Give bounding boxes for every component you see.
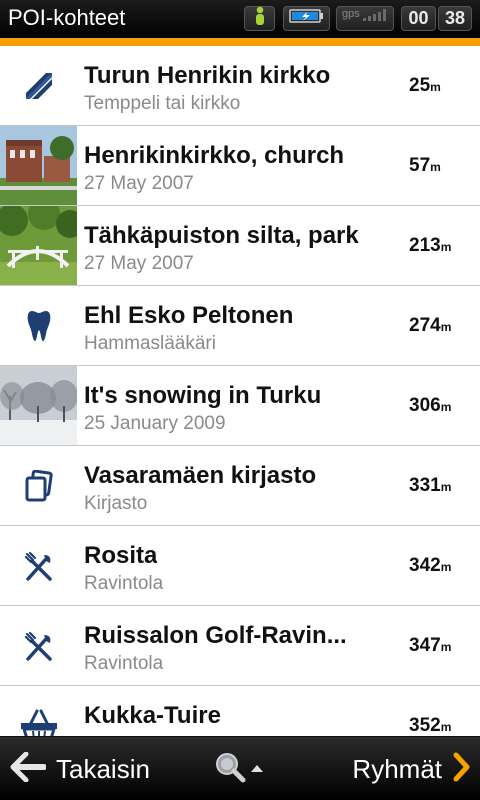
battery-icon bbox=[288, 8, 325, 29]
item-subtitle: Ravintola bbox=[84, 573, 164, 594]
item-name: Rosita bbox=[84, 542, 158, 569]
church-arrow-icon bbox=[0, 46, 77, 125]
clock-hours-text: 00 bbox=[408, 8, 429, 28]
list-item[interactable]: Henrikinkirkko, church 27 May 2007 57m bbox=[0, 126, 480, 206]
item-distance: 342m bbox=[409, 555, 452, 576]
item-name: Henrikinkirkko, church bbox=[84, 142, 345, 169]
restaurant-icon bbox=[0, 606, 77, 685]
item-subtitle: 25 January 2009 bbox=[84, 413, 226, 434]
item-distance: 331m bbox=[409, 475, 452, 496]
list-item[interactable]: It's snowing in Turku 25 January 2009 30… bbox=[0, 366, 480, 446]
item-name: Kukka-Tuire bbox=[84, 702, 221, 729]
item-name: Ehl Esko Peltonen bbox=[84, 302, 294, 329]
accent-divider bbox=[0, 38, 480, 46]
location-status bbox=[244, 6, 275, 31]
tooth-icon bbox=[0, 286, 77, 365]
groups-button[interactable]: Ryhmät bbox=[352, 751, 472, 787]
item-name: It's snowing in Turku bbox=[84, 382, 322, 409]
battery-status bbox=[283, 6, 330, 31]
item-distance: 352m bbox=[409, 715, 452, 736]
list-item[interactable]: Turun Henrikin kirkko Temppeli tai kirkk… bbox=[0, 46, 480, 126]
search-button[interactable] bbox=[214, 751, 270, 787]
list-item[interactable]: Ehl Esko Peltonen Hammaslääkäri 274m bbox=[0, 286, 480, 366]
bottom-toolbar: Takaisin Ryhmät bbox=[0, 736, 480, 800]
item-subtitle: Hammaslääkäri bbox=[84, 333, 216, 354]
item-subtitle: Temppeli tai kirkko bbox=[84, 93, 241, 114]
item-distance: 57m bbox=[409, 155, 441, 176]
item-distance: 347m bbox=[409, 635, 452, 656]
item-distance: 213m bbox=[409, 235, 452, 256]
person-icon bbox=[252, 6, 268, 31]
snow-photo bbox=[0, 366, 77, 445]
gps-label: gps bbox=[342, 8, 360, 20]
item-distance: 306m bbox=[409, 395, 452, 416]
back-label: Takaisin bbox=[56, 753, 150, 784]
item-subtitle: 27 May 2007 bbox=[84, 253, 194, 274]
back-button[interactable]: Takaisin bbox=[10, 751, 150, 787]
list-item[interactable]: Kukka-Tuire 352m bbox=[0, 686, 480, 736]
poi-list[interactable]: Turun Henrikin kirkko Temppeli tai kirkk… bbox=[0, 46, 480, 736]
groups-label: Ryhmät bbox=[352, 753, 442, 784]
item-name: Tähkäpuiston silta, park bbox=[84, 222, 359, 249]
title-bar: POI-kohteet gps 00 38 bbox=[0, 0, 480, 38]
chevron-right-icon bbox=[452, 752, 472, 787]
item-distance: 25m bbox=[409, 75, 441, 96]
item-name: Turun Henrikin kirkko bbox=[84, 62, 331, 89]
page-title: POI-kohteet bbox=[8, 5, 126, 30]
list-item[interactable]: Tähkäpuiston silta, park 27 May 2007 213… bbox=[0, 206, 480, 286]
item-subtitle: Ravintola bbox=[84, 653, 164, 674]
library-icon bbox=[0, 446, 77, 525]
caret-up-icon bbox=[250, 760, 264, 778]
list-item[interactable]: Rosita Ravintola 342m bbox=[0, 526, 480, 606]
clock-minutes: 38 bbox=[438, 6, 472, 31]
arrow-left-icon bbox=[10, 751, 47, 787]
item-distance: 274m bbox=[409, 315, 452, 336]
item-name: Vasaramäen kirjasto bbox=[84, 462, 317, 489]
list-item[interactable]: Ruissalon Golf-Ravin... Ravintola 347m bbox=[0, 606, 480, 686]
park-photo bbox=[0, 206, 77, 285]
basket-icon bbox=[0, 686, 77, 736]
list-item[interactable]: Vasaramäen kirjasto Kirjasto 331m bbox=[0, 446, 480, 526]
restaurant-icon bbox=[0, 526, 77, 605]
item-subtitle: Kirjasto bbox=[84, 493, 148, 514]
clock-hours: 00 bbox=[401, 6, 436, 31]
signal-bars-icon bbox=[362, 8, 388, 27]
church-photo bbox=[0, 126, 77, 205]
clock-minutes-text: 38 bbox=[444, 8, 466, 28]
item-subtitle: 27 May 2007 bbox=[84, 173, 194, 194]
gps-status: gps bbox=[336, 6, 394, 31]
search-icon bbox=[214, 751, 246, 788]
item-name: Ruissalon Golf-Ravin... bbox=[84, 622, 347, 649]
